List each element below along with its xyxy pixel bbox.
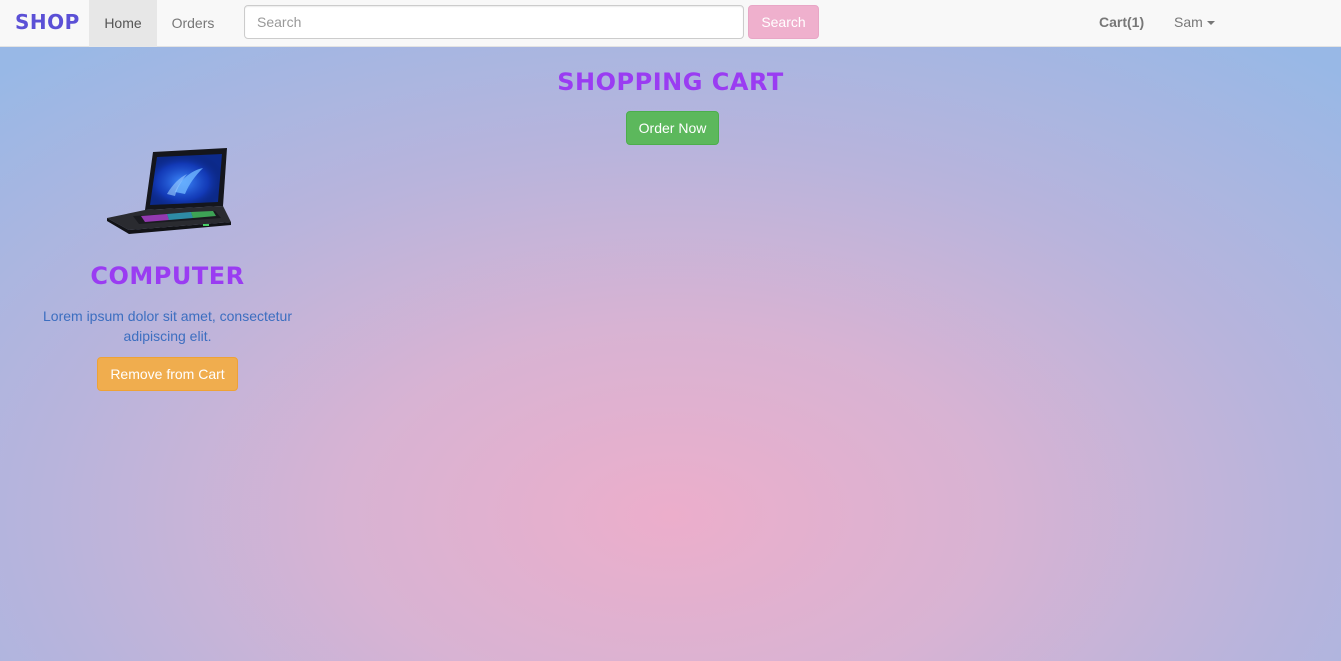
brand-logo[interactable]: SHOP	[15, 10, 80, 34]
laptop-image	[106, 148, 231, 234]
user-menu-dropdown[interactable]: Sam	[1174, 0, 1215, 47]
nav-home-link[interactable]: Home	[89, 0, 157, 47]
search-input[interactable]	[244, 5, 744, 39]
search-button[interactable]: Search	[748, 5, 819, 39]
page-title: SHOPPING CART	[557, 68, 784, 96]
cart-link[interactable]: Cart(1)	[1099, 0, 1144, 47]
caret-down-icon	[1206, 21, 1215, 26]
order-now-button[interactable]: Order Now	[626, 111, 719, 145]
user-name: Sam	[1174, 14, 1203, 30]
product-name: COMPUTER	[90, 262, 245, 290]
top-navbar: SHOP Home Orders Search Cart(1) Sam	[0, 0, 1341, 47]
nav-orders-link[interactable]: Orders	[157, 0, 229, 47]
remove-from-cart-button[interactable]: Remove from Cart	[97, 357, 238, 391]
product-description: Lorem ipsum dolor sit amet, consectetur …	[43, 308, 292, 344]
cart-product-card: COMPUTER Lorem ipsum dolor sit amet, con…	[37, 148, 298, 391]
